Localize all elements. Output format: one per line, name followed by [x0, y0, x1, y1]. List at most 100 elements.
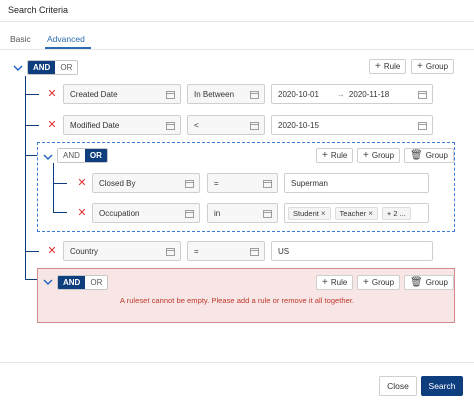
- tree-branch: [25, 251, 39, 252]
- tabs-divider: [0, 49, 474, 50]
- rule-operator-select[interactable]: =: [187, 241, 265, 261]
- add-rule-label: Rule: [330, 151, 348, 160]
- delete-group-button[interactable]: 🗑 Group: [404, 148, 454, 163]
- add-rule-button[interactable]: + Rule: [316, 275, 354, 290]
- operator-value: in: [214, 208, 221, 218]
- calendar-icon: [263, 179, 272, 188]
- plus-icon: +: [363, 149, 369, 161]
- calendar-icon: [418, 121, 427, 130]
- chip-teacher[interactable]: Teacher ×: [334, 206, 378, 220]
- remove-rule-icon[interactable]: ✕: [47, 246, 57, 257]
- value-input[interactable]: US: [271, 241, 433, 261]
- close-icon[interactable]: ×: [321, 209, 326, 218]
- remove-rule-icon[interactable]: ✕: [77, 208, 87, 219]
- calendar-icon: [250, 121, 259, 130]
- operator-value: In Between: [194, 89, 235, 99]
- date-value: 2020-10-15: [278, 120, 319, 130]
- rule-operator-select[interactable]: in: [207, 203, 278, 223]
- date-from: 2020-10-01: [278, 89, 319, 99]
- group-condition-toggle[interactable]: AND OR: [57, 275, 109, 290]
- chip-student[interactable]: Student ×: [288, 206, 331, 220]
- text-value: Superman: [291, 178, 328, 188]
- remove-rule-icon[interactable]: ✕: [77, 178, 87, 189]
- trash-icon: 🗑: [410, 276, 423, 288]
- chip-label: Student: [293, 208, 319, 218]
- rule-field-select[interactable]: Occupation: [92, 203, 200, 223]
- date-input[interactable]: 2020-10-15: [271, 115, 433, 135]
- or-option[interactable]: OR: [84, 149, 107, 162]
- tree-branch: [25, 155, 37, 156]
- close-icon[interactable]: ×: [368, 209, 373, 218]
- operator-value: <: [194, 120, 199, 130]
- plus-icon: +: [363, 276, 369, 288]
- plus-icon: +: [375, 60, 381, 72]
- tab-advanced[interactable]: Advanced: [47, 34, 85, 44]
- calendar-icon: [263, 209, 272, 218]
- date-to: 2020-11-18: [348, 89, 390, 99]
- and-option[interactable]: AND: [58, 149, 85, 162]
- field-value: Occupation: [99, 208, 140, 218]
- calendar-icon: [418, 90, 427, 99]
- chevron-down-icon[interactable]: [42, 276, 54, 288]
- group-condition-toggle[interactable]: AND OR: [57, 148, 108, 163]
- error-message: A ruleset cannot be empty. Please add a …: [119, 296, 355, 305]
- or-option[interactable]: OR: [55, 61, 78, 74]
- chip-label: Teacher: [339, 208, 367, 218]
- add-rule-button[interactable]: + Rule: [369, 59, 407, 74]
- arrow-right-icon: →: [336, 89, 345, 99]
- delete-group-button[interactable]: 🗑 Group: [404, 275, 454, 290]
- value-input[interactable]: Superman: [284, 173, 429, 193]
- and-option[interactable]: AND: [28, 61, 56, 74]
- operator-value: =: [214, 178, 219, 188]
- tab-basic[interactable]: Basic: [10, 34, 31, 44]
- calendar-icon: [166, 121, 175, 130]
- trash-icon: 🗑: [410, 149, 423, 161]
- add-rule-button[interactable]: + Rule: [316, 148, 354, 163]
- calendar-icon: [250, 90, 259, 99]
- calendar-icon: [250, 247, 259, 256]
- plus-icon: +: [322, 276, 328, 288]
- add-group-button[interactable]: + Group: [411, 59, 455, 74]
- root-condition-toggle[interactable]: AND OR: [27, 60, 79, 75]
- chevron-down-icon[interactable]: [42, 151, 54, 163]
- and-option[interactable]: AND: [58, 276, 86, 289]
- text-value: US: [278, 246, 290, 256]
- rule-field-select[interactable]: Country: [63, 241, 181, 261]
- calendar-icon: [166, 90, 175, 99]
- add-group-label: Group: [425, 62, 449, 71]
- tree-branch: [25, 94, 39, 95]
- remove-rule-icon[interactable]: ✕: [47, 120, 57, 131]
- add-rule-label: Rule: [383, 62, 401, 71]
- rule-operator-select[interactable]: <: [187, 115, 265, 135]
- delete-group-label: Group: [425, 151, 448, 160]
- or-option[interactable]: OR: [85, 276, 108, 289]
- tree-branch: [25, 125, 39, 126]
- add-rule-label: Rule: [330, 278, 348, 287]
- calendar-icon: [185, 179, 194, 188]
- rule-field-select[interactable]: Created Date: [63, 84, 181, 104]
- search-button[interactable]: Search: [421, 376, 463, 396]
- rule-operator-select[interactable]: In Between: [187, 84, 265, 104]
- date-range-input[interactable]: 2020-10-01 → 2020-11-18: [271, 84, 433, 104]
- calendar-icon: [166, 247, 175, 256]
- rule-field-select[interactable]: Modified Date: [63, 115, 181, 135]
- more-chip[interactable]: + 2 ...: [381, 206, 411, 220]
- multi-select-input[interactable]: Student × Teacher × + 2 ...: [284, 203, 429, 223]
- rule-field-select[interactable]: Closed By: [92, 173, 200, 193]
- add-group-button[interactable]: + Group: [357, 275, 401, 290]
- remove-rule-icon[interactable]: ✕: [47, 89, 57, 100]
- add-group-label: Group: [371, 278, 395, 287]
- field-value: Created Date: [70, 89, 118, 99]
- chevron-down-icon[interactable]: [12, 62, 24, 74]
- title-divider: [0, 21, 474, 22]
- rule-operator-select[interactable]: =: [207, 173, 278, 193]
- field-value: Country: [70, 246, 99, 256]
- close-button[interactable]: Close: [379, 376, 417, 396]
- footer-divider: [0, 362, 474, 363]
- add-group-label: Group: [371, 151, 395, 160]
- tree-branch: [25, 279, 37, 280]
- calendar-icon: [185, 209, 194, 218]
- add-group-button[interactable]: + Group: [357, 148, 401, 163]
- root-tree-line: [25, 76, 26, 279]
- plus-icon: +: [322, 149, 328, 161]
